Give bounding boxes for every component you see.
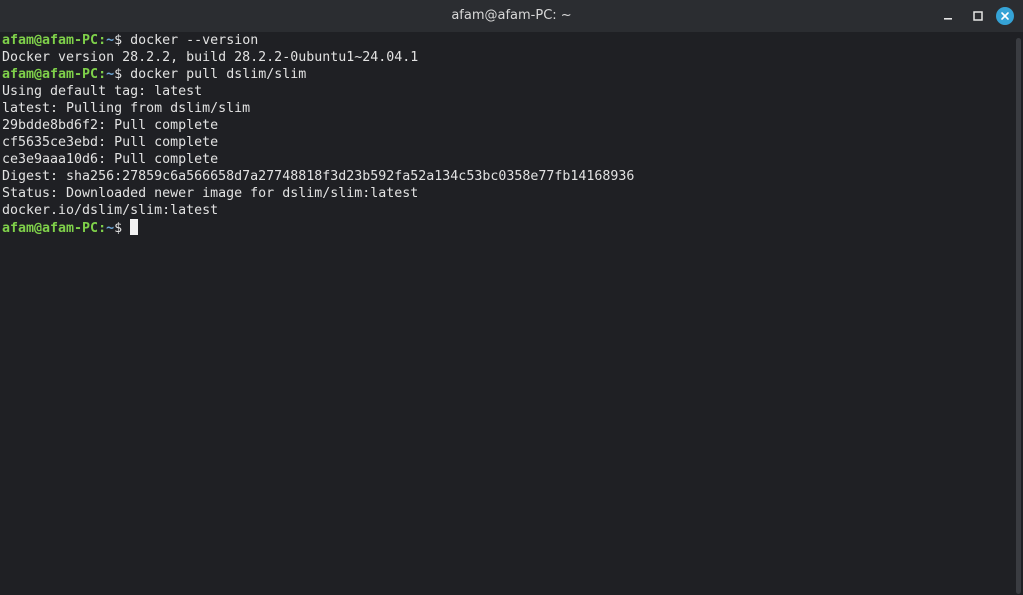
prompt-user: afam@afam-PC <box>2 221 99 236</box>
output-text: Docker version 28.2.2, build 28.2.2-0ubu… <box>2 50 419 65</box>
command-line: afam@afam-PC:~$ docker --version <box>2 32 1012 49</box>
output-line: Docker version 28.2.2, build 28.2.2-0ubu… <box>2 49 1012 66</box>
minimize-icon <box>944 18 952 20</box>
prompt-colon: : <box>98 33 107 48</box>
text-cursor <box>130 219 139 235</box>
prompt-colon: : <box>98 67 107 82</box>
command-text: docker --version <box>130 33 259 48</box>
close-button-circle <box>996 7 1014 25</box>
prompt-colon: : <box>98 221 107 236</box>
output-text: Status: Downloaded newer image for dslim… <box>2 186 419 201</box>
title-bar[interactable]: afam@afam-PC: ~ <box>0 0 1023 32</box>
prompt-symbol: $ <box>114 67 131 82</box>
scrollbar-thumb[interactable] <box>1016 38 1021 594</box>
output-text: docker.io/dslim/slim:latest <box>2 203 219 218</box>
output-line: Using default tag: latest <box>2 83 1012 100</box>
minimize-button[interactable] <box>938 6 958 26</box>
output-line: ce3e9aaa10d6: Pull complete <box>2 151 1012 168</box>
output-line: latest: Pulling from dslim/slim <box>2 100 1012 117</box>
terminal-window: afam@afam-PC: ~ afam@afam-PC:~$ docker -… <box>0 0 1023 595</box>
close-icon <box>1001 12 1009 20</box>
prompt-symbol: $ <box>114 221 131 236</box>
prompt-user: afam@afam-PC <box>2 33 99 48</box>
maximize-icon <box>973 11 983 21</box>
window-title: afam@afam-PC: ~ <box>451 8 572 23</box>
prompt-path: ~ <box>106 221 115 236</box>
close-button[interactable] <box>995 6 1015 26</box>
output-text: Using default tag: latest <box>2 84 203 99</box>
prompt-user: afam@afam-PC <box>2 67 99 82</box>
scrollbar[interactable] <box>1012 32 1023 595</box>
output-text: latest: Pulling from dslim/slim <box>2 101 251 116</box>
output-text: cf5635ce3ebd: Pull complete <box>2 135 219 150</box>
output-text: ce3e9aaa10d6: Pull complete <box>2 152 219 167</box>
command-line: afam@afam-PC:~$ <box>2 219 1012 236</box>
prompt-symbol: $ <box>114 33 131 48</box>
output-text: Digest: sha256:27859c6a566658d7a27748818… <box>2 169 635 184</box>
output-line: docker.io/dslim/slim:latest <box>2 202 1012 219</box>
command-text: docker pull dslim/slim <box>130 67 307 82</box>
prompt-path: ~ <box>106 33 115 48</box>
output-line: Status: Downloaded newer image for dslim… <box>2 185 1012 202</box>
output-line: cf5635ce3ebd: Pull complete <box>2 134 1012 151</box>
terminal-output[interactable]: afam@afam-PC:~$ docker --version Docker v… <box>0 32 1012 595</box>
output-line: Digest: sha256:27859c6a566658d7a27748818… <box>2 168 1012 185</box>
maximize-button[interactable] <box>968 6 988 26</box>
output-line: 29bdde8bd6f2: Pull complete <box>2 117 1012 134</box>
prompt-path: ~ <box>106 67 115 82</box>
command-line: afam@afam-PC:~$ docker pull dslim/slim <box>2 66 1012 83</box>
output-text: 29bdde8bd6f2: Pull complete <box>2 118 219 133</box>
